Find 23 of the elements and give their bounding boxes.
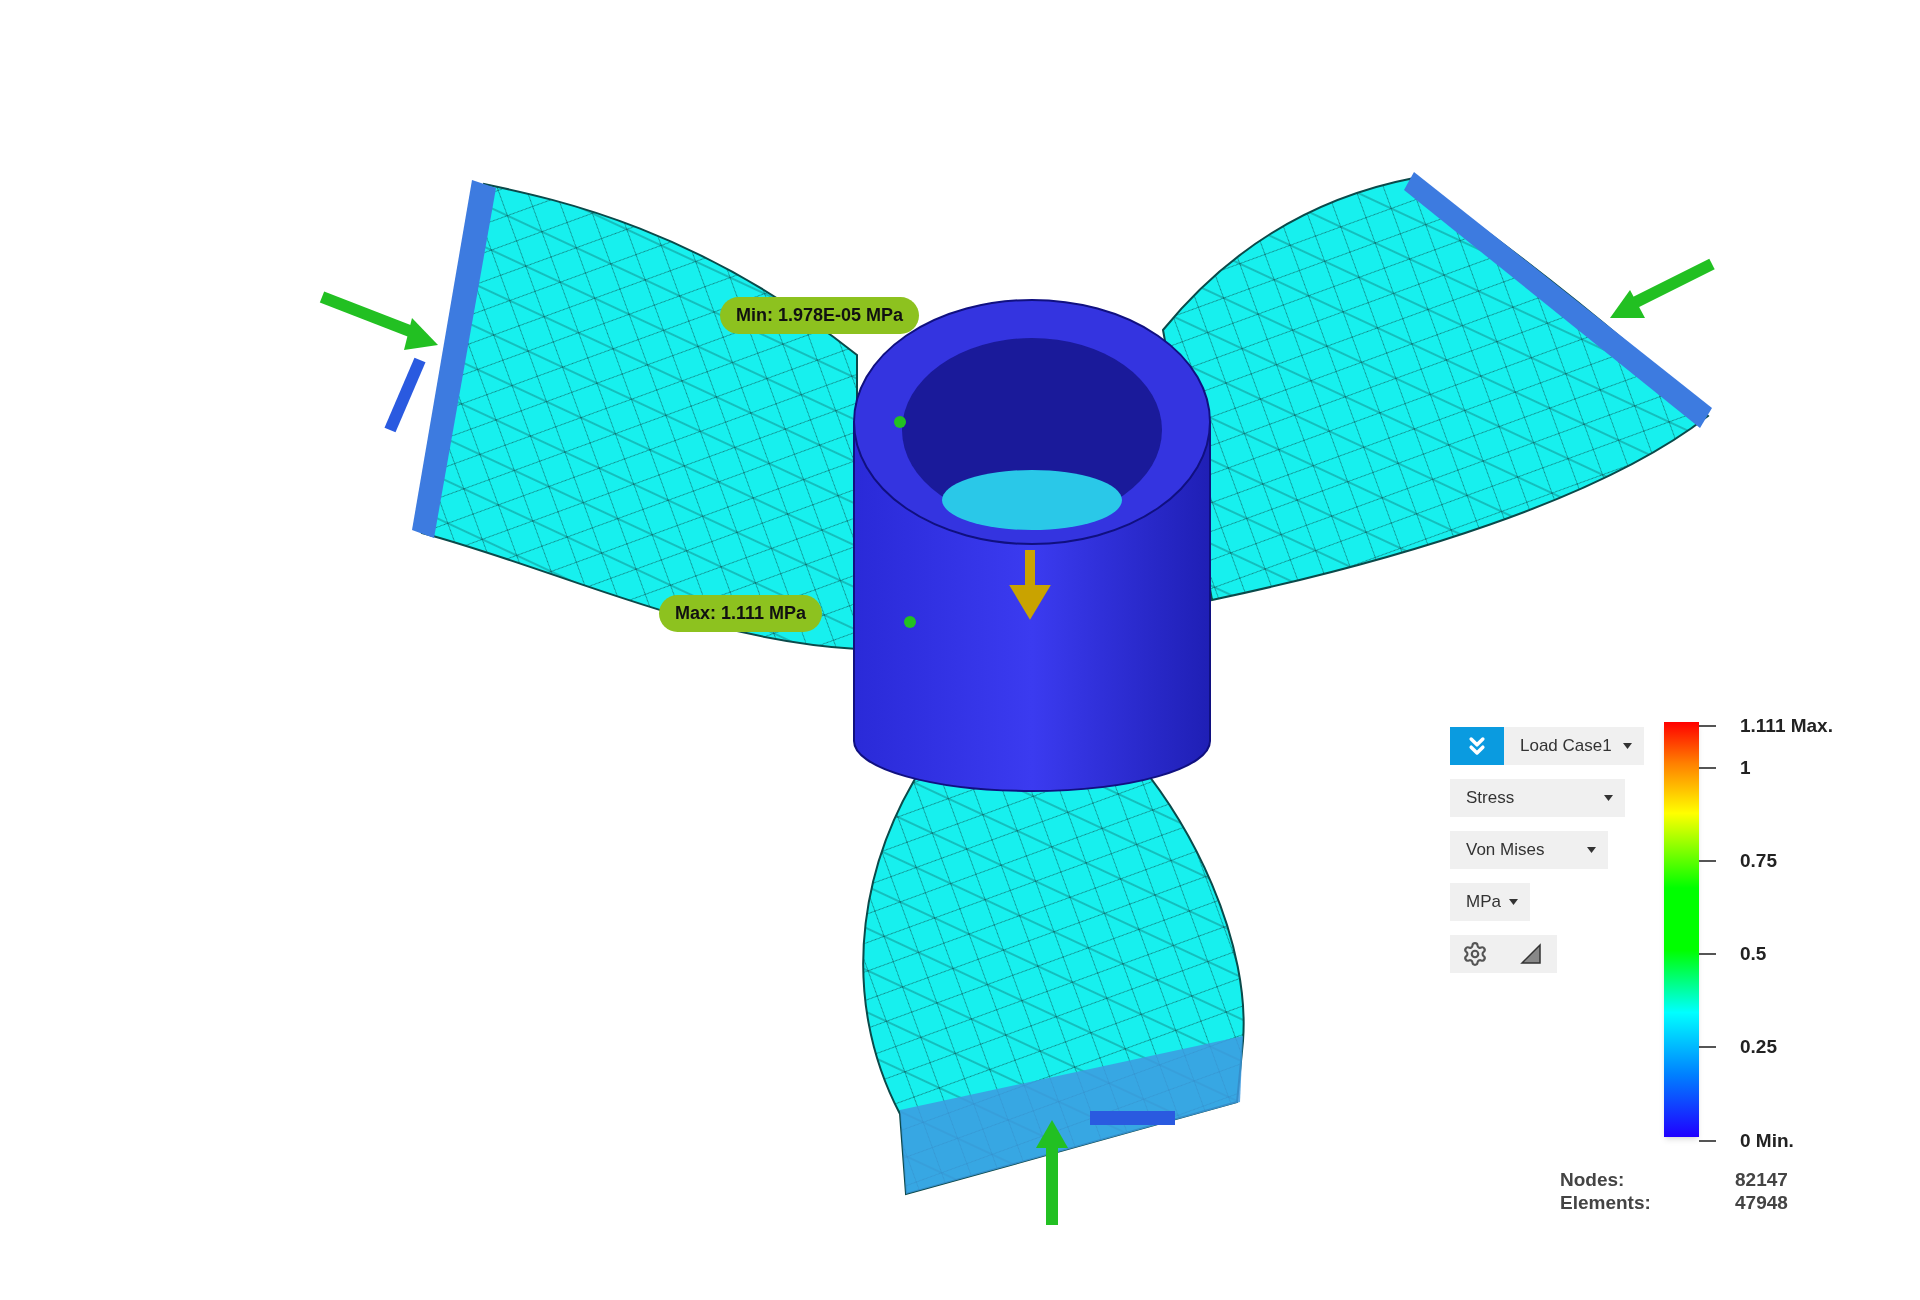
- probe-label: Max: 1.111 MPa: [659, 595, 823, 632]
- scale-label: 0.5: [1740, 942, 1767, 966]
- settings-icon[interactable]: [1462, 941, 1488, 967]
- caret-icon: [1623, 743, 1632, 749]
- toggle-button[interactable]: [1450, 727, 1504, 765]
- scale-label: 0.25: [1740, 1035, 1777, 1059]
- dropdown[interactable]: Stress: [1450, 779, 1625, 817]
- caret-icon: [1509, 899, 1518, 905]
- dropdown[interactable]: MPa: [1450, 883, 1530, 921]
- stat-label: Elements:: [1560, 1191, 1652, 1214]
- dropdown[interactable]: Von Mises: [1450, 831, 1608, 869]
- scale-label: 1.111 Max.: [1740, 714, 1833, 738]
- scale-label: 0.75: [1740, 849, 1777, 873]
- caret-icon: [1587, 847, 1596, 853]
- probe-label: Min: 1.978E-05 MPa: [720, 297, 920, 334]
- scale-label: 1: [1740, 756, 1751, 780]
- stat-value: 82147: [1735, 1168, 1788, 1191]
- triangle-icon[interactable]: [1520, 943, 1542, 965]
- caret-icon: [1604, 795, 1613, 801]
- dropdown[interactable]: Load Case1: [1504, 727, 1644, 765]
- stat-label: Nodes:: [1560, 1168, 1626, 1191]
- scale-label: 0 Min.: [1740, 1129, 1794, 1153]
- stat-value: 47948: [1735, 1191, 1788, 1214]
